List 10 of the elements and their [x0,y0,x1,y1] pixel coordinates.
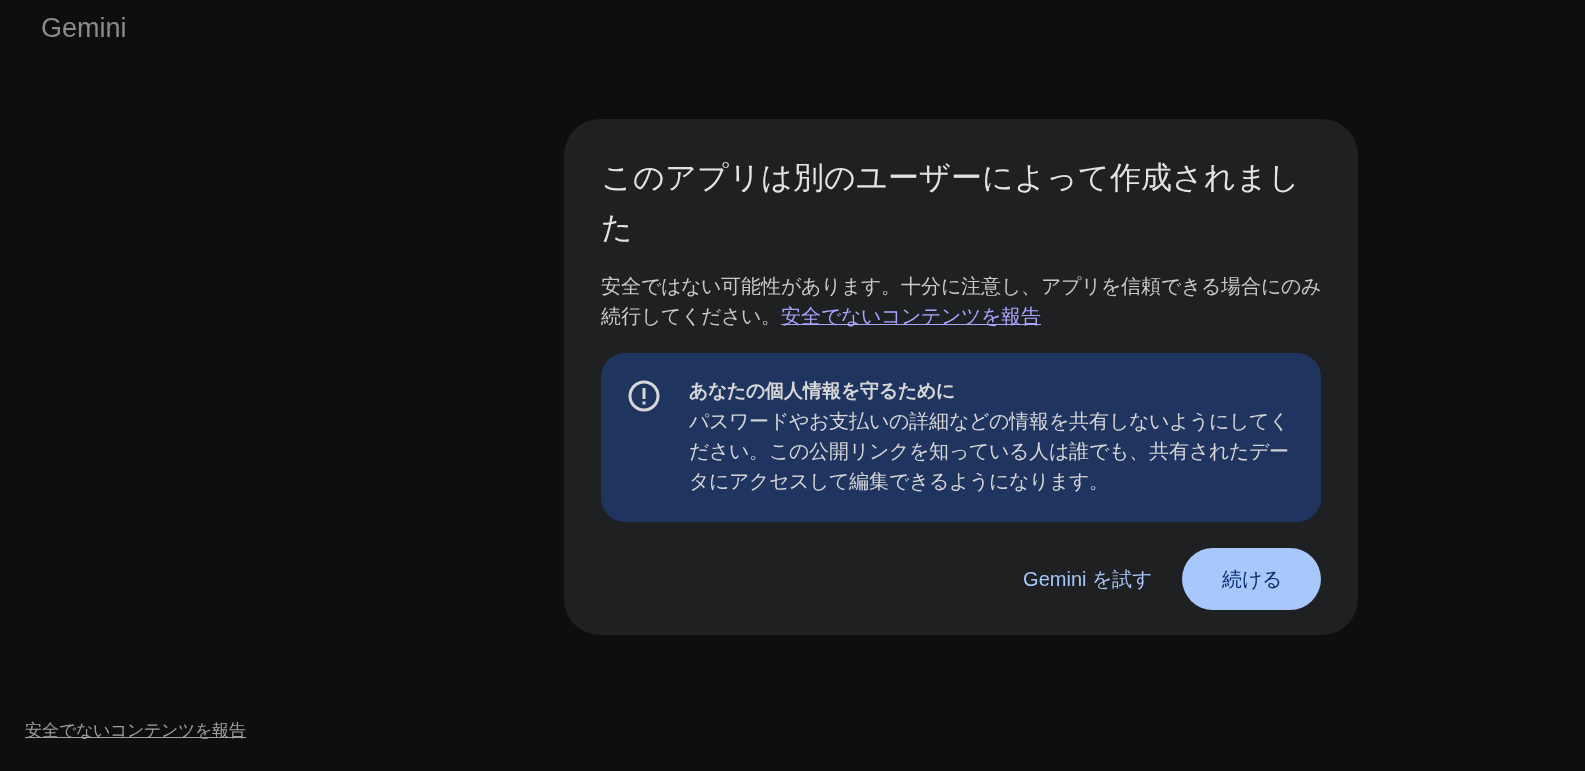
notice-heading: あなたの個人情報を守るために [689,379,956,403]
try-button[interactable]: Gemini を試す [1023,554,1152,605]
dialog-title: このアプリは別のユーザーによって作成されました [601,159,1301,247]
report-link[interactable]: 安全でないコンテンツを報告 [25,720,246,740]
notice-text: パスワードやお支払いの詳細などの情報を共有しないようにしてください。この公開リンクを知っている人は誰でも、共有されたデータにアクセスして編集できるようになります。 [689,408,1290,494]
logo: Gemini [40,12,128,45]
continue-button[interactable]: 続ける [1182,548,1321,611]
alert-icon [627,379,661,413]
report-link[interactable]: 安全でないコンテンツを報告 [781,304,1041,327]
dialog-message: 安全ではない可能性があります。十分に注意し、アプリを信頼できる場合にのみ続行してください。安全でないコンテンツを報告 [601,273,1321,329]
